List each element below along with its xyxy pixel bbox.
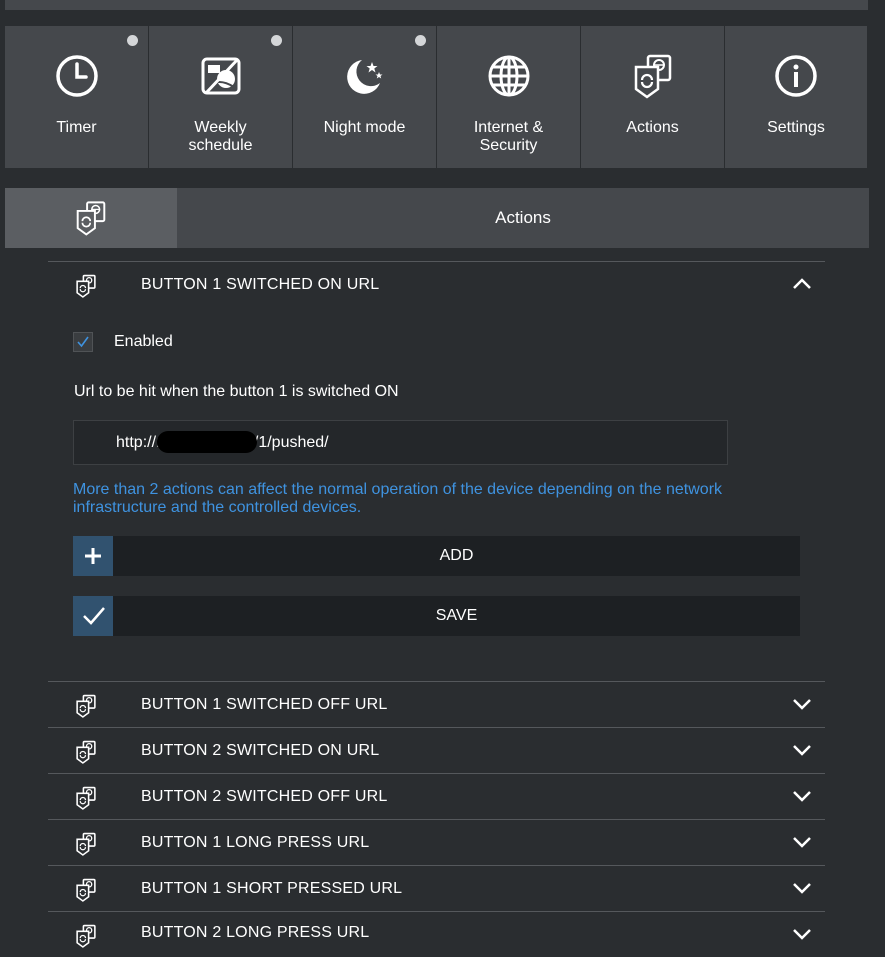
chevron-down-icon[interactable] (792, 880, 812, 896)
accordion-title: BUTTON 1 SWITCHED ON URL (141, 276, 380, 293)
actions-icon (76, 201, 106, 236)
tile-label: Settings (767, 119, 825, 136)
tile-label: Night mode (323, 119, 406, 136)
tile-timer[interactable]: Timer (5, 26, 148, 168)
accordion-title: BUTTON 1 SWITCHED OFF URL (141, 696, 388, 713)
chevron-down-icon[interactable] (792, 834, 812, 850)
chevron-down-icon[interactable] (792, 788, 812, 804)
accordion-item: BUTTON 1 SHORT PRESSED URL (48, 865, 825, 911)
accordion-title: BUTTON 2 SWITCHED OFF URL (141, 788, 388, 805)
actions-icon (76, 924, 96, 948)
accordion-title: BUTTON 1 LONG PRESS URL (141, 834, 370, 851)
save-button-label: SAVE (435, 607, 478, 624)
accordion-header[interactable]: BUTTON 2 SWITCHED OFF URL (48, 774, 825, 819)
accordion-item: BUTTON 1 SWITCHED OFF URL (48, 681, 825, 727)
save-icon-box (73, 596, 113, 636)
actions-icon (76, 694, 96, 718)
accordion-header[interactable]: BUTTON 1 SWITCHED ON URL (48, 262, 825, 307)
save-button[interactable]: SAVE (73, 596, 800, 636)
tile-night-mode[interactable]: Night mode (293, 26, 436, 168)
status-dot (415, 35, 426, 46)
section-icon-box (5, 188, 177, 248)
accordion-header[interactable]: BUTTON 2 LONG PRESS URL (48, 912, 825, 957)
chevron-down-icon[interactable] (792, 926, 812, 942)
add-button-label: ADD (439, 547, 474, 564)
accordion-header[interactable]: BUTTON 1 LONG PRESS URL (48, 820, 825, 865)
tile-internet-security[interactable]: Internet & Security (437, 26, 580, 168)
status-dot (271, 35, 282, 46)
globe-icon (488, 55, 529, 97)
chevron-down-icon[interactable] (792, 696, 812, 712)
accordion-item: BUTTON 2 SWITCHED ON URL (48, 727, 825, 773)
tile-weekly-schedule[interactable]: Weekly schedule (149, 26, 292, 168)
accordion-item: BUTTON 1 LONG PRESS URL (48, 819, 825, 865)
clock-icon (55, 55, 98, 97)
url-field-label: Url to be hit when the button 1 is switc… (74, 383, 399, 400)
section-header: Actions (5, 188, 869, 248)
actions-icon (634, 54, 671, 99)
accordion-item-expanded: BUTTON 1 SWITCHED ON URL (48, 261, 825, 307)
status-dot (127, 35, 138, 46)
accordion-title: BUTTON 2 SWITCHED ON URL (141, 742, 380, 759)
actions-icon (76, 740, 96, 764)
redaction-mark (157, 431, 257, 453)
tile-label: Internet & Security (473, 119, 544, 154)
accordion-header[interactable]: BUTTON 2 SWITCHED ON URL (48, 728, 825, 773)
chevron-up-icon[interactable] (792, 276, 812, 292)
accordion-title: BUTTON 1 SHORT PRESSED URL (141, 880, 403, 897)
accordion-title: BUTTON 2 LONG PRESS URL (141, 924, 370, 941)
enabled-checkbox[interactable] (73, 332, 93, 352)
tile-actions[interactable]: Actions (581, 26, 724, 168)
actions-icon (76, 786, 96, 810)
add-icon-box (73, 536, 113, 576)
accordion-header[interactable]: BUTTON 1 SWITCHED OFF URL (48, 682, 825, 727)
enabled-label: Enabled (114, 333, 173, 350)
top-bar (5, 0, 868, 10)
section-title: Actions (495, 208, 551, 227)
accordion-item: BUTTON 2 LONG PRESS URL (48, 911, 825, 957)
info-icon (775, 55, 817, 97)
info-message: More than 2 actions can affect the norma… (73, 481, 723, 516)
calendar-weather-icon (201, 57, 240, 95)
add-button[interactable]: ADD (73, 536, 800, 576)
check-icon (77, 336, 89, 348)
plus-icon (85, 548, 101, 564)
tile-label: Weekly schedule (188, 119, 253, 154)
check-icon (83, 607, 105, 625)
moon-stars-icon (346, 60, 382, 94)
chevron-down-icon[interactable] (792, 742, 812, 758)
accordion-item: BUTTON 2 SWITCHED OFF URL (48, 773, 825, 819)
actions-icon (76, 274, 96, 298)
accordion-header[interactable]: BUTTON 1 SHORT PRESSED URL (48, 866, 825, 911)
actions-icon (76, 878, 96, 902)
actions-icon (76, 832, 96, 856)
tile-settings[interactable]: Settings (725, 26, 867, 168)
tile-label: Actions (626, 119, 679, 136)
feature-tiles: Timer Weekly schedule Night mode Interne… (5, 26, 867, 168)
tile-label: Timer (56, 119, 97, 136)
